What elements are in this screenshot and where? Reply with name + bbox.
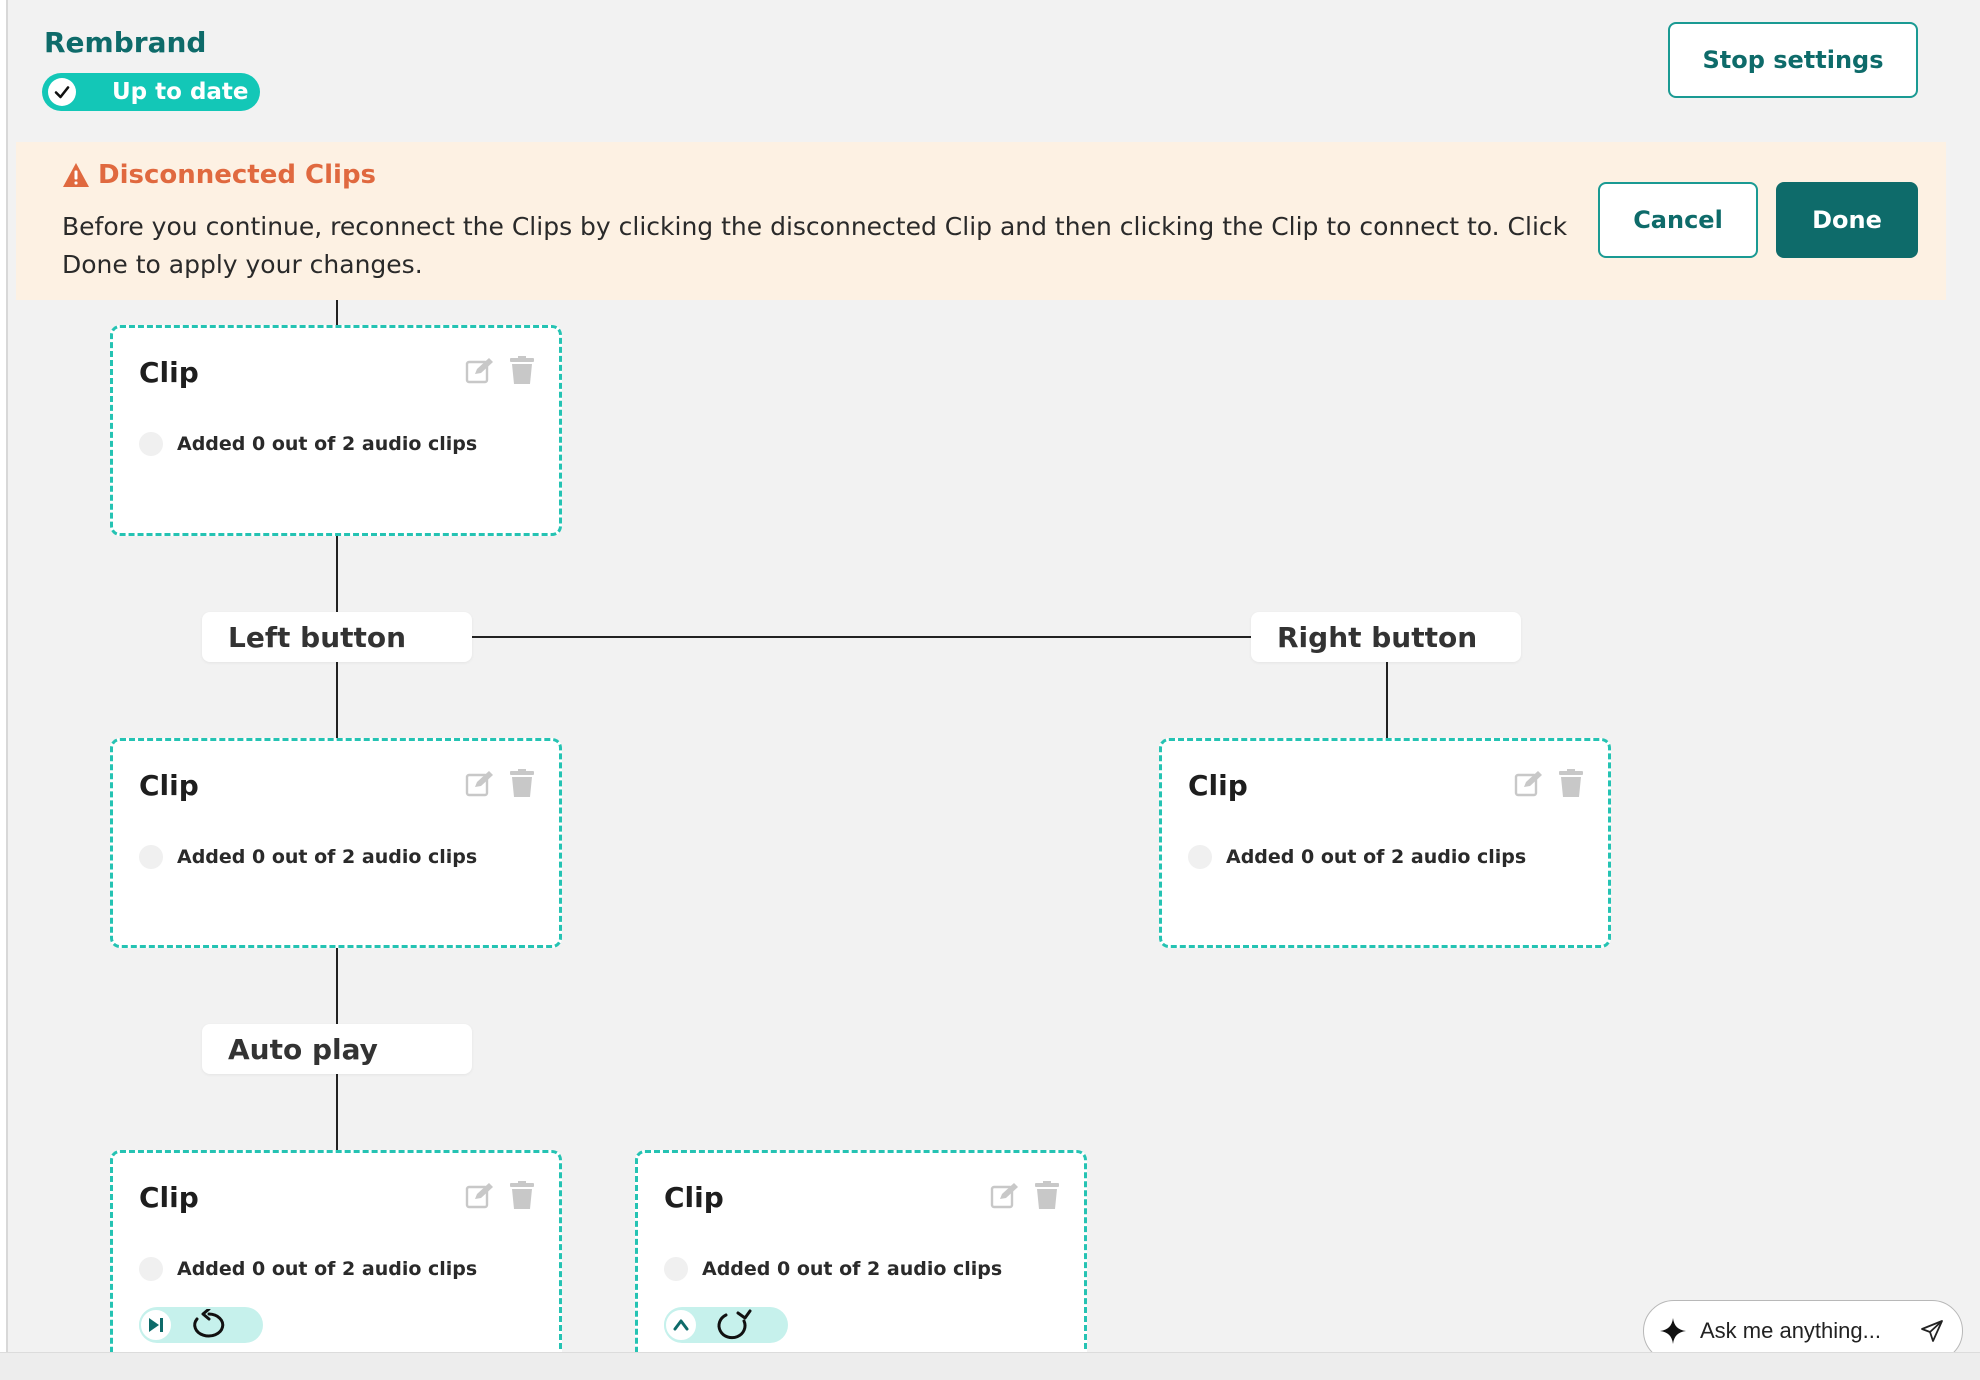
clip-status: Added 0 out of 2 audio clips bbox=[139, 1257, 477, 1281]
trigger-auto-play[interactable]: Auto play bbox=[202, 1024, 472, 1074]
clip-card[interactable]: Clip Added 0 out of 2 audio clips bbox=[635, 1150, 1087, 1370]
connector-line bbox=[336, 1074, 338, 1150]
stop-settings-button[interactable]: Stop settings bbox=[1668, 22, 1918, 98]
clip-status: Added 0 out of 2 audio clips bbox=[1188, 845, 1526, 869]
clip-title: Clip bbox=[139, 356, 199, 389]
clip-controls[interactable] bbox=[664, 1307, 788, 1343]
connector-line bbox=[336, 536, 338, 612]
send-icon[interactable] bbox=[1920, 1319, 1944, 1343]
clip-status: Added 0 out of 2 audio clips bbox=[139, 432, 477, 456]
cancel-button[interactable]: Cancel bbox=[1598, 182, 1758, 258]
clip-card[interactable]: Clip Added 0 out of 2 audio clips bbox=[110, 738, 562, 948]
bottom-scrollbar[interactable] bbox=[0, 1352, 1980, 1380]
clip-status: Added 0 out of 2 audio clips bbox=[139, 845, 477, 869]
connector-line bbox=[471, 636, 1256, 638]
edit-icon[interactable] bbox=[465, 1181, 495, 1209]
trash-icon[interactable] bbox=[1034, 1181, 1060, 1209]
edit-icon[interactable] bbox=[465, 769, 495, 797]
clip-title: Clip bbox=[139, 769, 199, 802]
status-dot bbox=[139, 432, 163, 456]
clip-card[interactable]: Clip Added 0 out of 2 audio clips bbox=[1159, 738, 1611, 948]
clip-title: Clip bbox=[664, 1181, 724, 1214]
banner-title-text: Disconnected Clips bbox=[98, 160, 377, 190]
status-dot bbox=[1188, 845, 1212, 869]
clip-card[interactable]: Clip Added 0 out of 2 audio clips bbox=[110, 325, 562, 536]
redo-icon[interactable] bbox=[712, 1309, 756, 1341]
banner-message: Before you continue, reconnect the Clips… bbox=[62, 212, 1568, 279]
clip-status-text: Added 0 out of 2 audio clips bbox=[177, 1258, 478, 1280]
clip-status: Added 0 out of 2 audio clips bbox=[664, 1257, 1002, 1281]
replay-icon[interactable] bbox=[187, 1309, 231, 1341]
status-dot bbox=[664, 1257, 688, 1281]
status-label: Up to date bbox=[112, 79, 249, 105]
banner-title: Disconnected Clips bbox=[62, 160, 376, 190]
clip-title: Clip bbox=[1188, 769, 1248, 802]
clip-status-text: Added 0 out of 2 audio clips bbox=[177, 433, 478, 455]
status-badge: Up to date bbox=[42, 73, 260, 111]
trash-icon[interactable] bbox=[509, 1181, 535, 1209]
project-title: Rembrand bbox=[44, 26, 207, 59]
warning-icon bbox=[63, 163, 89, 187]
trash-icon[interactable] bbox=[509, 356, 535, 384]
edit-icon[interactable] bbox=[990, 1181, 1020, 1209]
trigger-right-button[interactable]: Right button bbox=[1251, 612, 1521, 662]
status-dot bbox=[139, 845, 163, 869]
chevron-up-icon[interactable] bbox=[664, 1308, 698, 1342]
status-dot bbox=[139, 1257, 163, 1281]
trash-icon[interactable] bbox=[509, 769, 535, 797]
trash-icon[interactable] bbox=[1558, 769, 1584, 797]
clip-status-text: Added 0 out of 2 audio clips bbox=[702, 1258, 1003, 1280]
app-canvas: Rembrand Up to date Stop settings Discon… bbox=[6, 0, 1980, 1370]
left-edge-divider bbox=[6, 0, 8, 1352]
edit-icon[interactable] bbox=[1514, 769, 1544, 797]
trigger-left-button[interactable]: Left button bbox=[202, 612, 472, 662]
clip-status-text: Added 0 out of 2 audio clips bbox=[1226, 846, 1527, 868]
clip-controls[interactable] bbox=[139, 1307, 263, 1343]
clip-status-text: Added 0 out of 2 audio clips bbox=[177, 846, 478, 868]
check-icon bbox=[48, 78, 76, 106]
clip-card[interactable]: Clip Added 0 out of 2 audio clips bbox=[110, 1150, 562, 1370]
connector-line bbox=[336, 662, 338, 738]
sparkle-icon bbox=[1660, 1318, 1686, 1344]
edit-icon[interactable] bbox=[465, 356, 495, 384]
disconnected-clips-banner: Disconnected Clips Before you continue, … bbox=[16, 142, 1946, 300]
connector-line bbox=[336, 300, 338, 325]
done-button[interactable]: Done bbox=[1776, 182, 1918, 258]
clip-title: Clip bbox=[139, 1181, 199, 1214]
connector-line bbox=[336, 948, 338, 1024]
skip-next-icon[interactable] bbox=[139, 1308, 173, 1342]
connector-line bbox=[1386, 662, 1388, 738]
assistant-placeholder: Ask me anything... bbox=[1700, 1318, 1881, 1343]
